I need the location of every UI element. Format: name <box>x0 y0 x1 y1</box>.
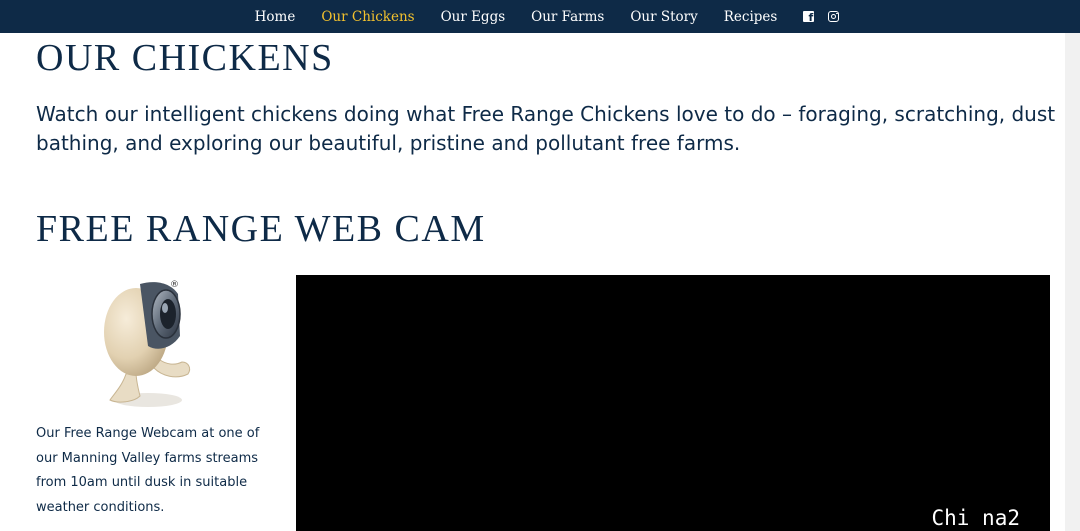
nav-link-our-farms[interactable]: Our Farms <box>531 9 604 25</box>
top-navigation-bar: Home Our Chickens Our Eggs Our Farms Our… <box>0 0 1080 33</box>
facebook-icon[interactable]: f <box>803 11 815 22</box>
webcam-video-player[interactable]: Chi na2 <box>296 275 1050 531</box>
nav-link-home[interactable]: Home <box>255 9 296 25</box>
page-scrollbar[interactable] <box>1065 33 1080 531</box>
social-links: f <box>803 11 840 22</box>
video-watermark: Chi na2 <box>931 506 1020 530</box>
nav-link-recipes[interactable]: Recipes <box>724 9 778 25</box>
webcam-heading: FREE RANGE WEB CAM <box>36 208 486 250</box>
intro-paragraph: Watch our intelligent chickens doing wha… <box>36 102 1056 155</box>
nav-link-our-chickens[interactable]: Our Chickens <box>321 9 414 25</box>
nav-link-our-eggs[interactable]: Our Eggs <box>441 9 506 25</box>
nav-link-our-story[interactable]: Our Story <box>630 9 697 25</box>
registered-mark: ® <box>170 280 179 290</box>
webcam-description: Our Free Range Webcam at one of our Mann… <box>36 426 260 515</box>
page-title: OUR CHICKENS <box>36 37 334 79</box>
instagram-icon[interactable] <box>828 11 840 22</box>
egg-webcam-mascot: ® <box>104 280 191 407</box>
nav-menu: Home Our Chickens Our Eggs Our Farms Our… <box>255 9 840 25</box>
